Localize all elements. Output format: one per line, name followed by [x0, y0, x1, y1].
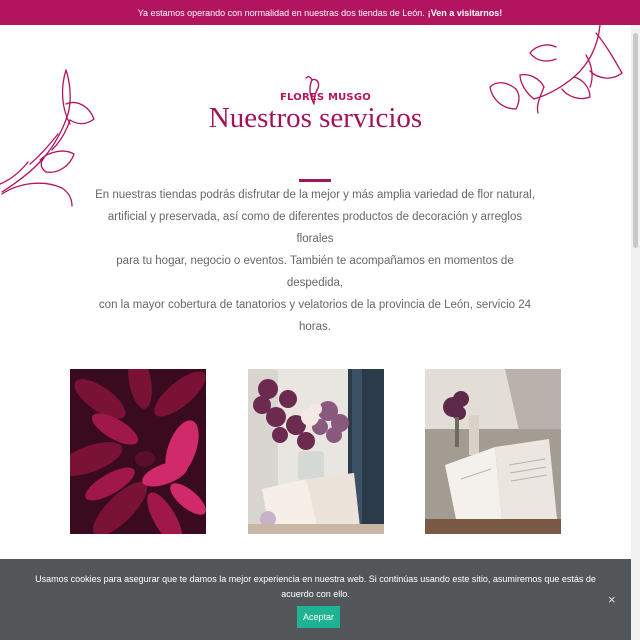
page-title: Nuestros servicios — [208, 102, 423, 134]
cookie-text: Usamos cookies para asegurar que te damo… — [35, 574, 596, 599]
scrollbar-thumb[interactable] — [633, 33, 638, 248]
close-icon[interactable]: × — [608, 592, 616, 607]
accept-cookies-button[interactable]: Aceptar — [297, 606, 340, 628]
title-divider — [299, 179, 331, 182]
intro-line: con la mayor cobertura de tanatorios y v… — [98, 299, 532, 333]
service-photo-book-flowers[interactable] — [425, 369, 561, 534]
intro-line: para tu hogar, negocio o eventos. Tambié… — [116, 255, 514, 289]
announcement-link[interactable]: ¡Ven a visitarnos! — [428, 8, 503, 18]
intro-line: artificial y preservada, así como de dif… — [107, 211, 523, 245]
service-photo-dahlia[interactable] — [70, 369, 206, 534]
lilac-bouquet-image — [248, 369, 384, 534]
announcement-text: Ya estamos operando con normalidad en nu… — [137, 7, 425, 18]
intro-paragraph: En nuestras tiendas podrás disfrutar de … — [90, 184, 540, 338]
intro-line: En nuestras tiendas podrás disfrutar de … — [95, 189, 535, 201]
floral-decoration-left-icon — [0, 69, 95, 207]
dahlia-image — [70, 369, 206, 534]
book-flowers-image — [425, 369, 561, 534]
service-photo-lilac-bouquet[interactable] — [248, 369, 384, 534]
cookie-banner: Usamos cookies para asegurar que te damo… — [0, 559, 631, 640]
announcement-bar: Ya estamos operando con normalidad en nu… — [0, 0, 640, 25]
page-scrollbar[interactable] — [631, 25, 640, 640]
